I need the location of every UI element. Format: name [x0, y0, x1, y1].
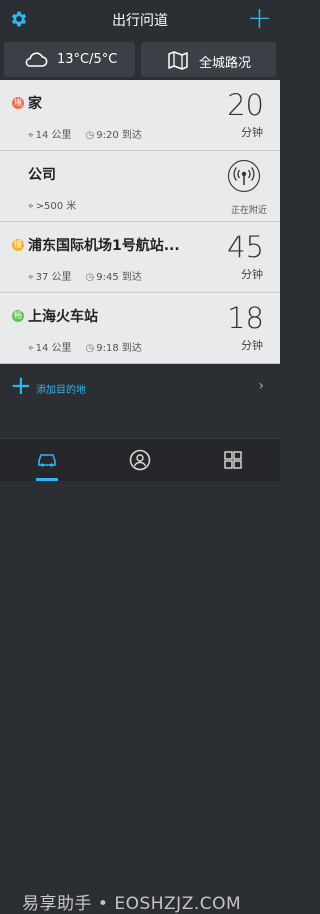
clock-icon: ◷	[85, 130, 95, 141]
destination-card-airport[interactable]: 慢 浦东国际机场1号航站... ⌖ 37 公里 ◷ 9:45 到达 45 分钟	[0, 222, 280, 293]
add-destination-row[interactable]: + 添加目的地 ›	[0, 372, 280, 402]
weather-button[interactable]: 13°C/5°C	[4, 42, 135, 77]
destination-name: 家	[28, 96, 42, 112]
duration-unit: 分钟	[241, 126, 263, 139]
tab-apps[interactable]	[186, 439, 279, 481]
destination-card-home[interactable]: 堵 家 ⌖ 14 公里 ◷ 9:20 到达 20 分钟	[0, 80, 280, 151]
destination-meta: ⌖ 37 公里 ◷ 9:45 到达	[28, 268, 142, 283]
traffic-button[interactable]: 全城路况	[141, 42, 276, 77]
person-circle-icon	[129, 449, 151, 471]
destination-card-train-station[interactable]: 畅 上海火车站 ⌖ 14 公里 ◷ 9:18 到达 18 分钟	[0, 293, 280, 364]
location-pin-icon: ⌖	[28, 130, 34, 141]
clock-icon: ◷	[85, 272, 95, 283]
destination-distance: 14 公里	[35, 130, 72, 141]
weather-temperature: 13°C/5°C	[57, 52, 118, 67]
location-pin-icon: ⌖	[28, 343, 34, 354]
map-icon	[168, 51, 188, 70]
destination-name: 公司	[28, 167, 56, 183]
destination-meta: ⌖ 14 公里 ◷ 9:18 到达	[28, 339, 142, 354]
cloud-icon	[25, 52, 48, 67]
destination-card-office[interactable]: 公司 ⌖ >500 米 正在附近	[0, 151, 280, 222]
traffic-status-badge: 畅	[12, 310, 24, 322]
duration-unit: 分钟	[241, 268, 263, 281]
destination-meta: ⌖ 14 公里 ◷ 9:20 到达	[28, 126, 142, 141]
nearby-status: 正在附近	[230, 206, 267, 216]
grid-icon	[224, 451, 242, 469]
destination-distance: 14 公里	[35, 343, 72, 354]
destination-meta: ⌖ >500 米	[28, 197, 76, 212]
top-bar: 出行问道 +	[0, 0, 280, 38]
destination-distance: >500 米	[35, 201, 77, 212]
chevron-right-icon: ›	[258, 378, 264, 394]
page-title: 出行问道	[112, 13, 168, 29]
duration-unit: 分钟	[241, 339, 263, 352]
destination-arrival: 9:20 到达	[96, 130, 142, 141]
duration-value: 20	[227, 88, 264, 122]
destination-name: 上海火车站	[28, 309, 98, 325]
clock-icon: ◷	[85, 343, 95, 354]
watermark-text: 易享助手 • EOSHZJZ.COM	[22, 894, 242, 914]
tab-car[interactable]	[0, 439, 93, 481]
traffic-label: 全城路况	[199, 56, 252, 71]
destination-arrival: 9:18 到达	[96, 343, 142, 354]
traffic-status-badge: 堵	[12, 97, 24, 109]
duration-value: 45	[227, 230, 264, 264]
duration-value: 18	[227, 301, 264, 335]
add-icon[interactable]: +	[247, 4, 272, 34]
tab-profile[interactable]	[93, 439, 186, 481]
location-pin-icon: ⌖	[28, 201, 34, 212]
plus-icon: +	[10, 371, 32, 401]
destination-name: 浦东国际机场1号航站...	[28, 238, 180, 254]
add-destination-label: 添加目的地	[36, 385, 86, 396]
nearby-signal-icon	[227, 159, 261, 193]
destination-arrival: 9:45 到达	[96, 272, 142, 283]
car-icon	[38, 454, 56, 467]
destination-distance: 37 公里	[35, 272, 72, 283]
traffic-status-badge: 慢	[12, 239, 24, 251]
info-bar: 13°C/5°C 全城路况	[0, 38, 280, 80]
bottom-tab-bar: 易享助手 • EOSHZJZ.COM	[0, 438, 280, 914]
location-pin-icon: ⌖	[28, 272, 34, 283]
